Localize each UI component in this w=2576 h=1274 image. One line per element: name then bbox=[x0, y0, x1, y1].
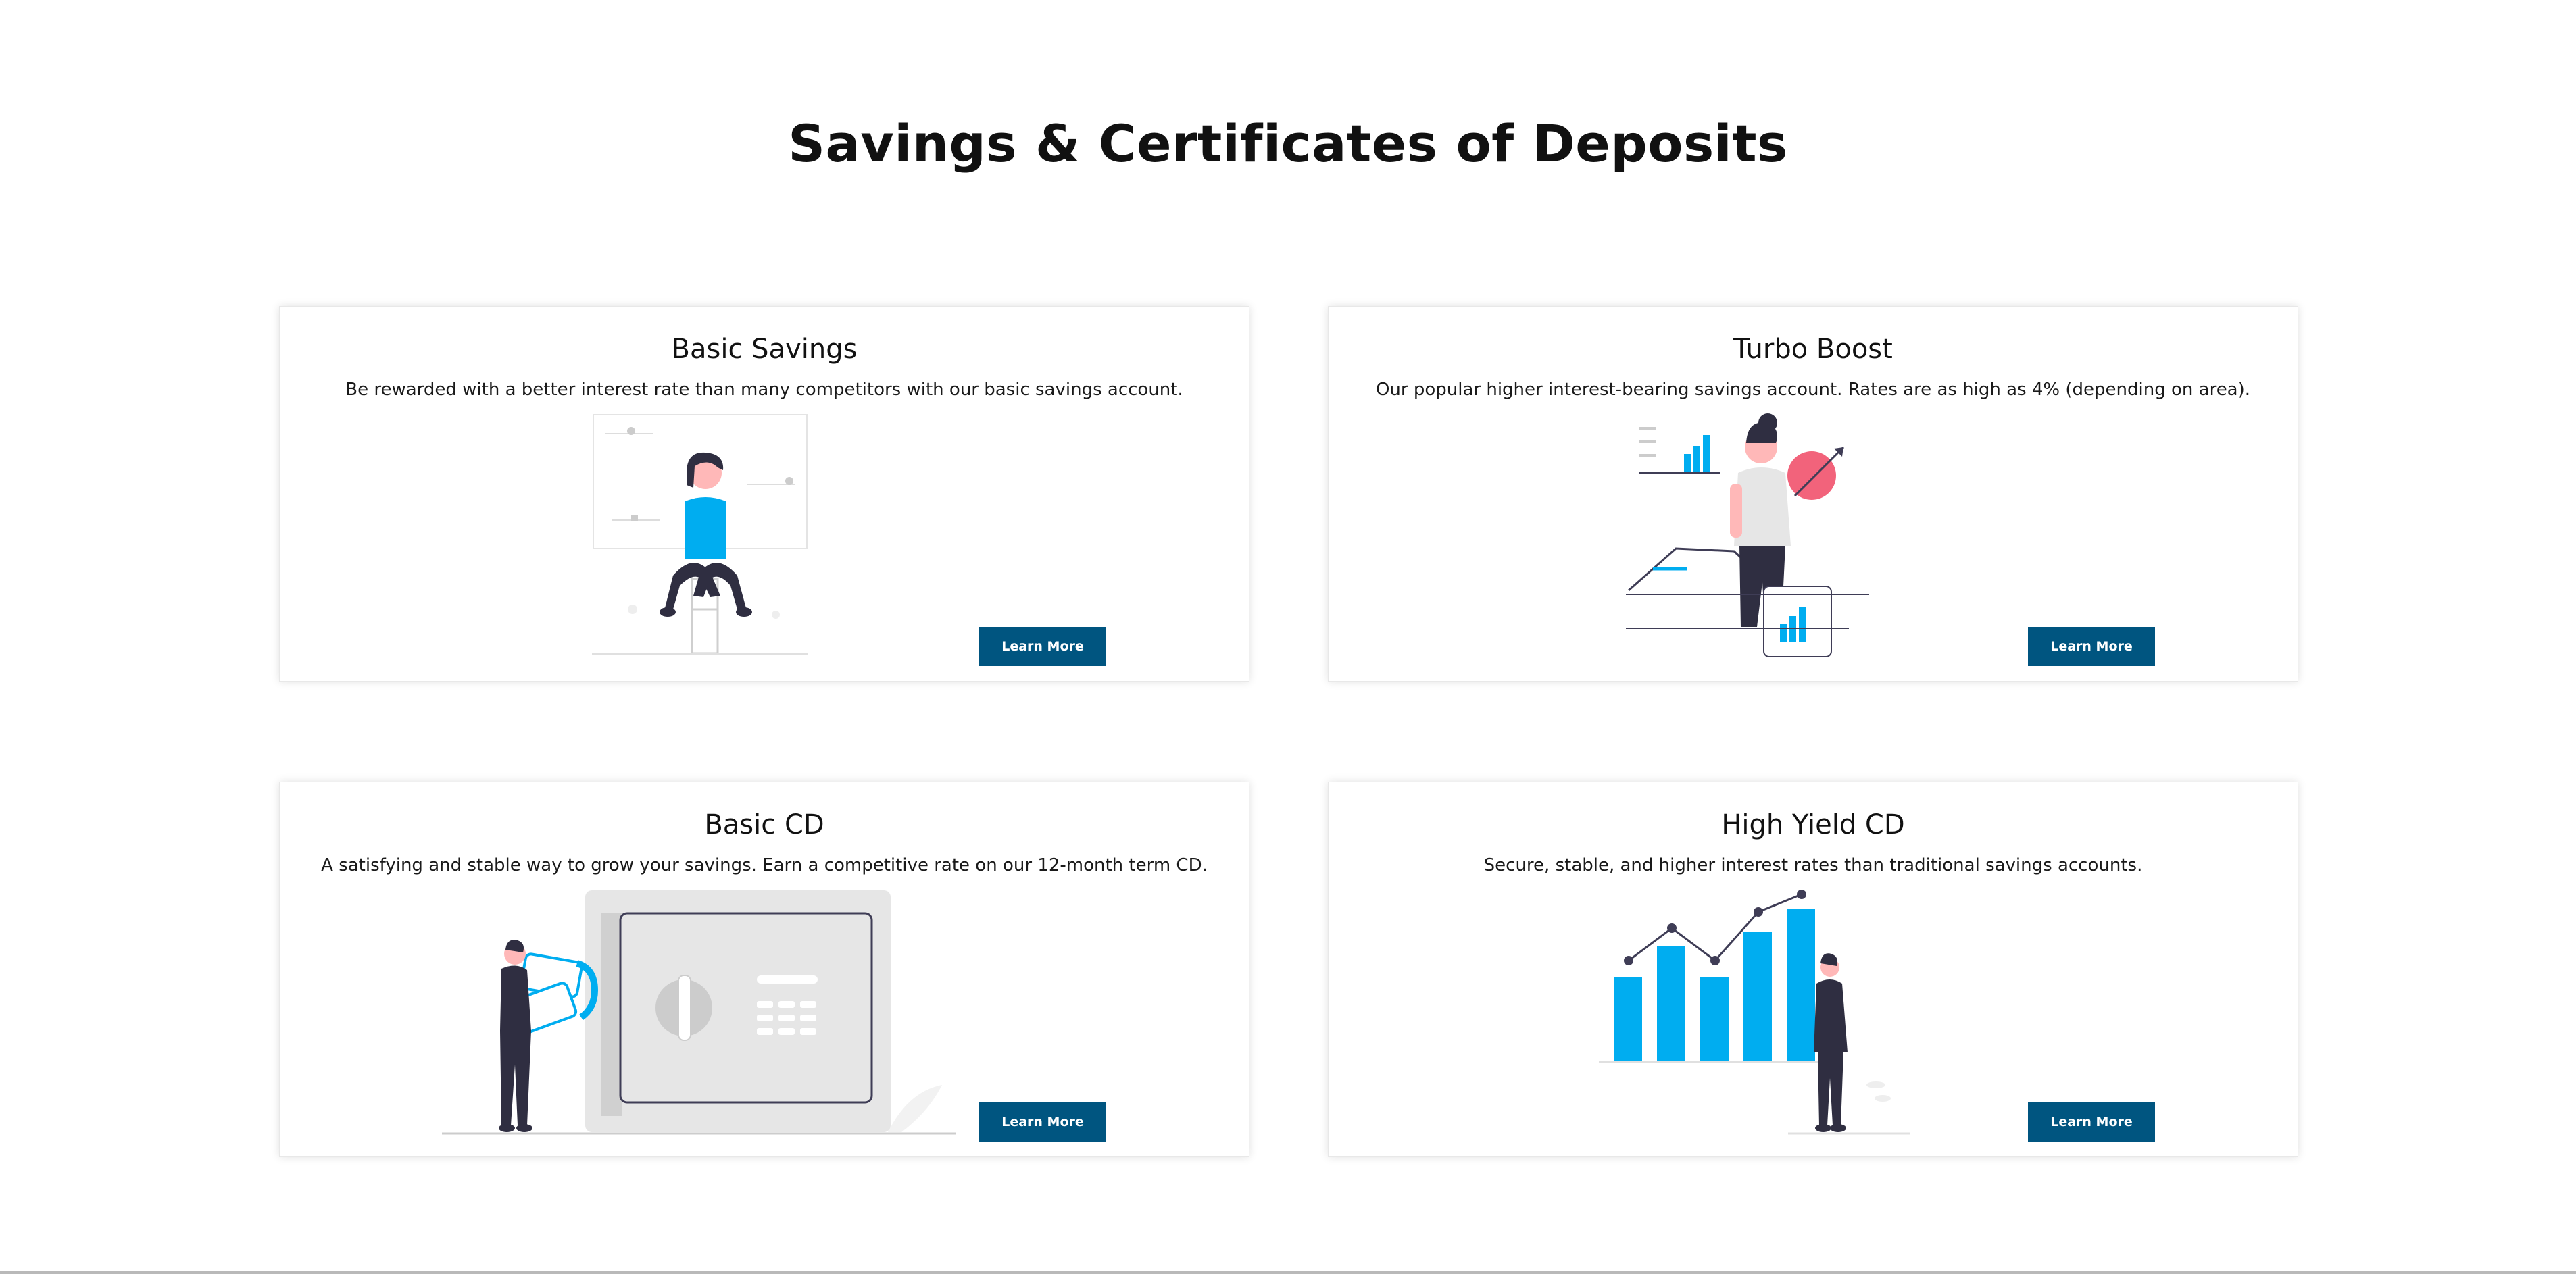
page: Savings & Certificates of Deposits Basic… bbox=[0, 0, 2576, 1274]
card-description: Be rewarded with a better interest rate … bbox=[345, 380, 1183, 400]
card-high-yield-cd: High Yield CD Secure, stable, and higher… bbox=[1328, 782, 2298, 1157]
learn-more-button[interactable]: Learn More bbox=[979, 627, 1106, 666]
card-basic-cd: Basic CD A satisfying and stable way to … bbox=[279, 782, 1249, 1157]
man-at-safe-illustration bbox=[442, 890, 956, 1135]
learn-more-button[interactable]: Learn More bbox=[2028, 1102, 2155, 1142]
card-title: High Yield CD bbox=[1721, 809, 1905, 840]
card-title: Basic CD bbox=[704, 809, 824, 840]
card-description: Our popular higher interest-bearing savi… bbox=[1375, 380, 2251, 400]
card-title: Turbo Boost bbox=[1733, 334, 1893, 365]
card-turbo-boost: Turbo Boost Our popular higher interest-… bbox=[1328, 306, 2298, 682]
person-on-stool-illustration bbox=[592, 414, 808, 655]
card-title: Basic Savings bbox=[671, 334, 858, 365]
learn-more-button[interactable]: Learn More bbox=[2028, 627, 2155, 666]
man-bar-chart-illustration bbox=[1599, 890, 1910, 1135]
page-bottom-border bbox=[0, 1271, 2576, 1274]
card-description: A satisfying and stable way to grow your… bbox=[321, 855, 1208, 875]
woman-growth-chart-illustration bbox=[1626, 413, 1869, 657]
page-title: Savings & Certificates of Deposits bbox=[788, 113, 1788, 174]
learn-more-button[interactable]: Learn More bbox=[979, 1102, 1106, 1142]
card-basic-savings: Basic Savings Be rewarded with a better … bbox=[279, 306, 1249, 682]
card-description: Secure, stable, and higher interest rate… bbox=[1483, 855, 2143, 875]
